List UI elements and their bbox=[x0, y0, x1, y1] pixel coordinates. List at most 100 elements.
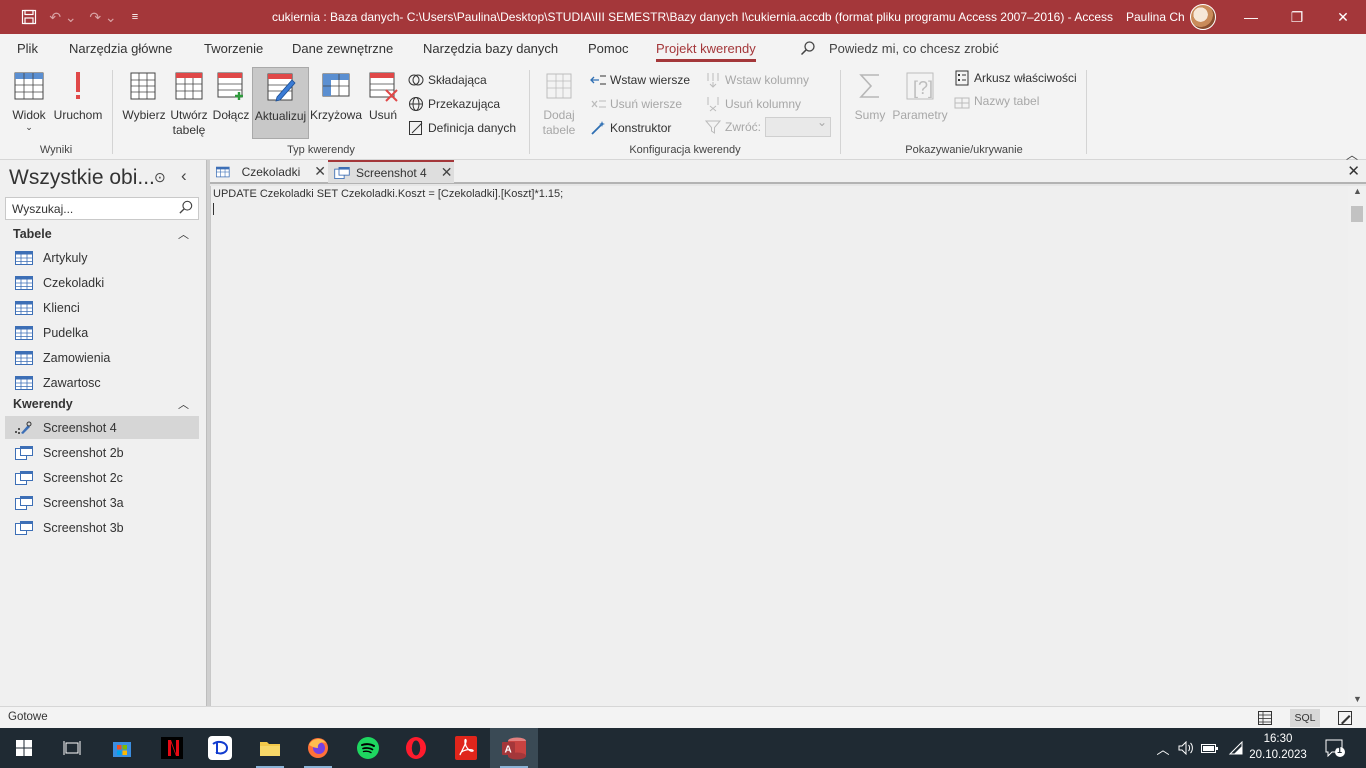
nav-title[interactable]: Wszystkie obi... bbox=[9, 166, 155, 190]
volume-icon[interactable] bbox=[1176, 728, 1196, 768]
netflix-icon[interactable] bbox=[148, 728, 196, 768]
avatar[interactable] bbox=[1190, 4, 1216, 30]
uruchom-button[interactable]: Uruchom bbox=[52, 70, 104, 140]
firefox-icon[interactable] bbox=[294, 728, 342, 768]
restore-icon[interactable]: ❐ bbox=[1274, 0, 1320, 34]
access-icon[interactable]: A bbox=[490, 728, 538, 768]
nazwy-tabel-button[interactable]: Nazwy tabel bbox=[954, 91, 1039, 111]
nav-query-screenshot-4[interactable]: Screenshot 4 bbox=[5, 416, 199, 439]
close-document-icon[interactable]: ✕ bbox=[1347, 162, 1360, 180]
utworz-tabele-button[interactable]: Utwórz tabelę bbox=[168, 70, 210, 140]
usun-wiersze-label: Usuń wiersze bbox=[610, 97, 683, 111]
vertical-scrollbar[interactable]: ▲ ▼ bbox=[1348, 186, 1366, 706]
scroll-down-icon[interactable]: ▼ bbox=[1353, 694, 1362, 704]
wybierz-button[interactable]: Wybierz bbox=[120, 70, 168, 140]
spotify-icon[interactable] bbox=[344, 728, 392, 768]
doc-tab-label: Screenshot 4 bbox=[356, 165, 427, 180]
nav-menu-icon[interactable]: ⊙ bbox=[154, 169, 166, 186]
section-tabele[interactable]: Tabele ︿ bbox=[5, 223, 199, 245]
nav-table-klienci[interactable]: Klienci bbox=[5, 296, 199, 319]
chevron-up-icon[interactable]: ︿ bbox=[1154, 728, 1172, 768]
aktualizuj-button[interactable]: Aktualizuj bbox=[252, 67, 309, 139]
text-caret bbox=[213, 203, 214, 215]
battery-icon[interactable] bbox=[1200, 728, 1220, 768]
definicja-danych-button[interactable]: Definicja danych bbox=[408, 118, 516, 138]
save-icon[interactable] bbox=[16, 0, 42, 34]
crosstab-icon bbox=[322, 73, 350, 97]
wstaw-wiersze-button[interactable]: Wstaw wiersze bbox=[590, 70, 690, 90]
return-filter-icon bbox=[705, 119, 721, 135]
undo-icon[interactable]: ↶ ⌄ bbox=[48, 0, 78, 34]
microsoft-store-icon[interactable] bbox=[98, 728, 146, 768]
close-tab-icon[interactable]: ✕ bbox=[441, 164, 453, 181]
widok-button[interactable]: Widok ⌄ bbox=[8, 70, 50, 140]
wifi-icon[interactable] bbox=[1226, 728, 1246, 768]
nav-collapse-icon[interactable]: ‹ bbox=[181, 166, 187, 186]
wstaw-wiersze-label: Wstaw wiersze bbox=[610, 73, 691, 87]
wybierz-label: Wybierz bbox=[122, 108, 166, 122]
design-view-icon[interactable] bbox=[1334, 709, 1356, 727]
nav-table-zawartosc[interactable]: Zawartosc bbox=[5, 371, 199, 394]
nav-table-zamowienia[interactable]: Zamowienia bbox=[5, 346, 199, 369]
redo-icon[interactable]: ↷ ⌄ bbox=[86, 0, 120, 34]
scroll-thumb[interactable] bbox=[1351, 206, 1363, 222]
nav-search-input[interactable] bbox=[6, 198, 166, 219]
krzyzowa-button[interactable]: Krzyżowa bbox=[310, 70, 362, 140]
windows-start-icon[interactable] bbox=[0, 728, 48, 768]
close-tab-icon[interactable]: ✕ bbox=[314, 163, 326, 180]
sql-editor[interactable]: UPDATE Czekoladki SET Czekoladki.Koszt =… bbox=[210, 186, 1348, 706]
tell-me-box[interactable]: Powiedz mi, co chcesz zrobić bbox=[829, 34, 999, 66]
user-name[interactable]: Paulina Ch bbox=[1126, 0, 1185, 34]
doc-tab-czekoladki[interactable]: Czekoladki ✕ bbox=[210, 160, 326, 183]
dodaj-tabele-button[interactable]: Dodaj tabele bbox=[538, 70, 580, 140]
file-explorer-icon[interactable] bbox=[246, 728, 294, 768]
przekazujaca-button[interactable]: Przekazująca bbox=[408, 94, 500, 114]
notifications-icon[interactable]: 1 bbox=[1322, 728, 1348, 768]
search-icon[interactable] bbox=[177, 200, 195, 218]
zwroc-control[interactable]: Zwróć: bbox=[705, 115, 831, 137]
arkusz-wlasciwosci-button[interactable]: Arkusz właściwości bbox=[954, 68, 1077, 88]
scroll-up-icon[interactable]: ▲ bbox=[1353, 186, 1362, 196]
dolacz-button[interactable]: Dołącz bbox=[210, 70, 252, 140]
nav-table-czekoladki[interactable]: Czekoladki bbox=[5, 271, 199, 294]
nav-query-screenshot-3b[interactable]: Screenshot 3b bbox=[5, 516, 199, 539]
usun-wiersze-button[interactable]: Usuń wiersze bbox=[590, 94, 682, 114]
adobe-acrobat-icon[interactable] bbox=[442, 728, 490, 768]
sql-text[interactable]: UPDATE Czekoladki SET Czekoladki.Koszt =… bbox=[213, 188, 563, 200]
skladajaca-button[interactable]: Składająca bbox=[408, 70, 487, 90]
minimize-icon[interactable]: — bbox=[1228, 0, 1274, 34]
customize-icon[interactable]: ≡ bbox=[126, 0, 144, 34]
section-kwerendy[interactable]: Kwerendy ︿ bbox=[5, 393, 199, 415]
nav-query-screenshot-3a[interactable]: Screenshot 3a bbox=[5, 491, 199, 514]
close-icon[interactable]: ✕ bbox=[1320, 0, 1366, 34]
table-names-icon bbox=[954, 93, 970, 109]
nav-query-screenshot-2b[interactable]: Screenshot 2b bbox=[5, 441, 199, 464]
section-tabele-label: Tabele bbox=[13, 227, 52, 241]
nav-query-screenshot-2c[interactable]: Screenshot 2c bbox=[5, 466, 199, 489]
tab-projekt-kwerendy[interactable]: Projekt kwerendy bbox=[656, 34, 756, 66]
disney-plus-icon[interactable] bbox=[196, 728, 244, 768]
sql-view-button[interactable]: SQL bbox=[1290, 709, 1320, 727]
system-clock[interactable]: 16:30 20.10.2023 bbox=[1248, 731, 1308, 763]
zwroc-dropdown[interactable] bbox=[765, 115, 831, 137]
wstaw-kolumny-button[interactable]: Wstaw kolumny bbox=[705, 70, 809, 90]
tab-pomoc[interactable]: Pomoc bbox=[588, 34, 628, 66]
nav-table-pudelka[interactable]: Pudelka bbox=[5, 321, 199, 344]
sumy-button[interactable]: Sumy bbox=[850, 70, 890, 140]
nav-table-artykuly[interactable]: Artykuly bbox=[5, 246, 199, 269]
konstruktor-button[interactable]: Konstruktor bbox=[590, 118, 671, 138]
datasheet-view-icon[interactable] bbox=[1254, 709, 1276, 727]
opera-icon[interactable] bbox=[392, 728, 440, 768]
select-query-icon bbox=[15, 520, 33, 535]
tab-plik[interactable]: Plik bbox=[17, 34, 38, 66]
tab-tworzenie[interactable]: Tworzenie bbox=[204, 34, 263, 66]
doc-tab-screenshot-4[interactable]: Screenshot 4 ✕ bbox=[328, 160, 454, 183]
usun-kolumny-button[interactable]: Usuń kolumny bbox=[705, 94, 801, 114]
usun-button[interactable]: Usuń bbox=[362, 70, 404, 140]
parametry-button[interactable]: [?] Parametry bbox=[890, 70, 950, 140]
tab-dane-zewnetrzne[interactable]: Dane zewnętrzne bbox=[292, 34, 393, 66]
task-view-icon[interactable] bbox=[48, 728, 96, 768]
tab-narzedzia-bazy-danych[interactable]: Narzędzia bazy danych bbox=[423, 34, 558, 66]
select-query-icon bbox=[15, 470, 33, 485]
tab-narzedzia-glowne[interactable]: Narzędzia główne bbox=[69, 34, 172, 66]
